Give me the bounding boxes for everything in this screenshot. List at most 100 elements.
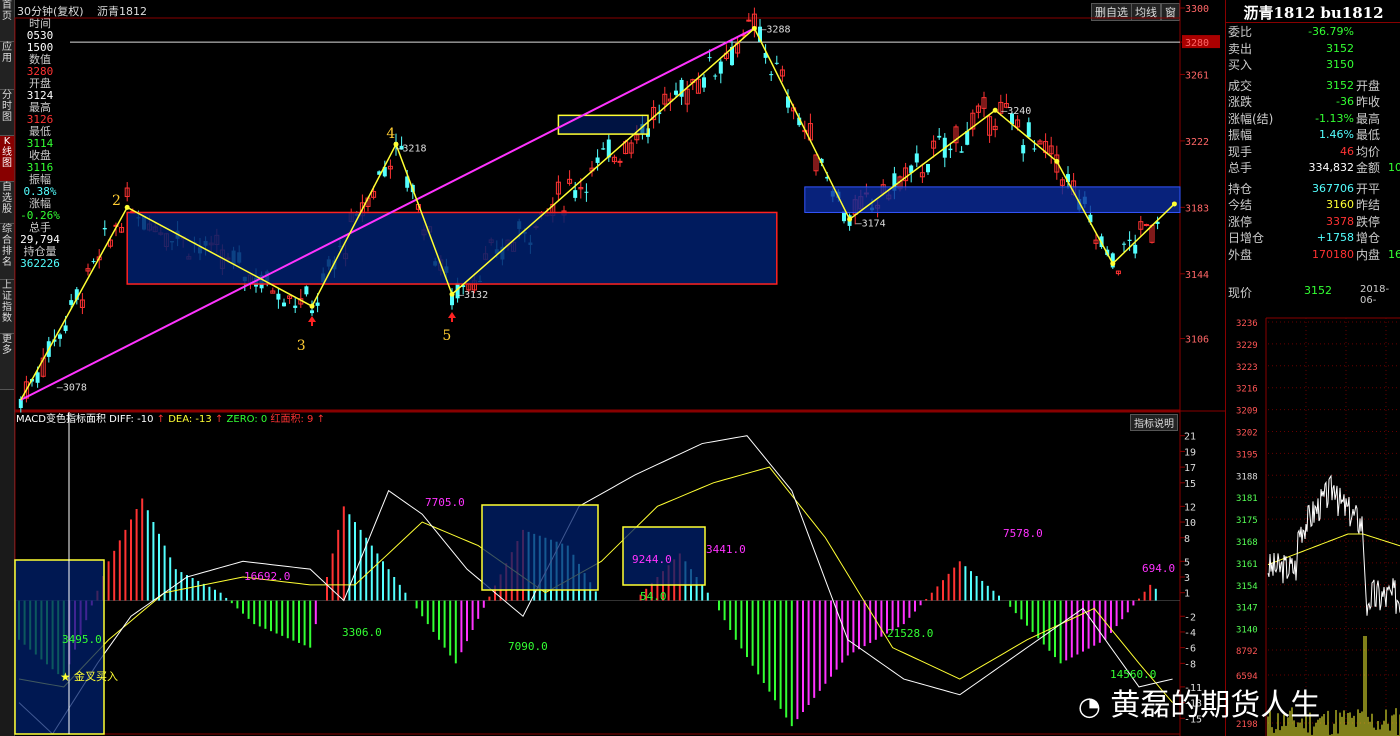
- candle-body: [674, 90, 678, 95]
- consolidation-box: [557, 114, 649, 135]
- wave-node: [992, 107, 998, 113]
- quote-title: 沥青1812 bu1812: [1243, 4, 1384, 22]
- price-tick-label: 3106: [1185, 335, 1209, 346]
- candle-body: [63, 325, 68, 331]
- wave-label: 5: [442, 328, 451, 344]
- candle-body: [746, 19, 752, 22]
- indicator-explain-button[interactable]: 指标说明: [1130, 414, 1178, 431]
- candle-body: [959, 151, 964, 153]
- star-icon: ★: [60, 670, 71, 684]
- candlestick-chart[interactable]: 3300328032613222318331443106—3078—3218—3…: [0, 0, 1225, 736]
- timeline-tick-label: 3161: [1236, 560, 1258, 570]
- price-tick-label: 3183: [1185, 203, 1209, 214]
- macd-tick-label: 8: [1184, 534, 1190, 545]
- wave-node: [751, 25, 757, 31]
- macd-highlight-box: [14, 559, 105, 735]
- buy-arrow-stem: [451, 318, 453, 322]
- quote-panel: 沥青1812 bu1812 委比 -36.79% 卖出 3152 买入 3150 成交 315…: [1225, 0, 1400, 736]
- current-price-value: 3152: [1304, 284, 1332, 297]
- macd-dea: DEA: -13: [168, 414, 212, 425]
- quote-row-value: 3378: [1326, 214, 1354, 228]
- macd-area-label: 54.0: [640, 590, 667, 603]
- candle-body: [293, 305, 298, 308]
- macd-tick-label: -4: [1184, 628, 1196, 639]
- macd-area-label: 3306.0: [342, 626, 382, 639]
- macd-tick-label: -2: [1184, 612, 1196, 623]
- macd-header: MACD变色指标面积 DIFF: -10 ↑ DEA: -13 ↑ ZERO: …: [16, 414, 325, 425]
- quote-row-value: -1.13%: [1315, 111, 1354, 125]
- buy-arrow-icon: [308, 316, 316, 322]
- timeline-tick-label: 3229: [1236, 341, 1258, 351]
- candle-body: [102, 227, 107, 230]
- quote-row-value: 3152: [1326, 78, 1354, 92]
- timeline-tick-label: 3147: [1236, 604, 1258, 614]
- quote-row-label: 持仓: [1228, 181, 1253, 196]
- timeline-tick-label: 3209: [1236, 407, 1258, 417]
- price-tick-label: 3144: [1185, 270, 1209, 281]
- candle-body: [774, 62, 779, 64]
- wave-label: 3: [297, 338, 306, 354]
- macd-tick-label: 17: [1184, 463, 1196, 474]
- wave-node: [847, 216, 853, 222]
- price-tick-label: 3300: [1185, 4, 1209, 15]
- quote-row-label-2: 最高: [1356, 111, 1381, 126]
- quote-row-label: 振幅: [1228, 128, 1253, 142]
- timeline-tick-label: 3195: [1236, 450, 1258, 460]
- timeline-tick-label: 3202: [1236, 429, 1258, 439]
- candle-body: [282, 302, 286, 307]
- quote-row-value: +1758: [1316, 231, 1354, 244]
- quote-row-value: 170180: [1312, 247, 1354, 261]
- quote-row-label: 日增仓: [1228, 231, 1265, 245]
- macd-area-label: 7090.0: [508, 640, 548, 653]
- price-annotation: —3174: [856, 219, 886, 230]
- quote-row-value: 334,832: [1308, 161, 1355, 174]
- quote-row-label: 涨跌: [1228, 95, 1253, 109]
- candle-body: [702, 77, 706, 88]
- candle-body: [937, 135, 942, 138]
- quote-row-label-2: 跌停: [1356, 214, 1381, 229]
- macd-tick-label: 3: [1184, 573, 1190, 584]
- candle-body: [718, 61, 723, 74]
- timeline-chart[interactable]: 3236 3229 3223 3216 3209 3202 3195 3188 3181 3175…: [1226, 300, 1400, 736]
- macd-red-area: 红面积: 9: [270, 414, 314, 425]
- candle-body: [914, 153, 919, 163]
- wave-node: [124, 204, 130, 210]
- timeline-tick-label: 3188: [1236, 472, 1258, 482]
- macd-tick-label: 19: [1184, 447, 1196, 458]
- macd-area-label: 694.0: [1142, 562, 1175, 575]
- candle-body: [91, 261, 96, 263]
- price-annotation: —3218: [396, 144, 426, 155]
- quote-row-value: 3152: [1326, 41, 1354, 55]
- quote-row-value: 367706: [1312, 181, 1354, 195]
- macd-tick-label: 10: [1184, 518, 1196, 529]
- price-tick-label: 3280: [1185, 38, 1209, 49]
- quote-row-label-2: 开平: [1356, 181, 1381, 196]
- quote-row-value: -36: [1336, 95, 1354, 108]
- price-annotation: —3078: [57, 382, 87, 393]
- quote-row-value: -36.79%: [1308, 25, 1354, 38]
- weibo-icon: ◔: [1078, 692, 1101, 722]
- macd-area-label: 3495.0: [62, 633, 102, 646]
- quote-row-value: 3150: [1326, 58, 1354, 71]
- current-price-label: 现价: [1228, 286, 1253, 300]
- candle-body: [315, 302, 320, 306]
- timeline-tick-label: 3216: [1236, 385, 1258, 395]
- candle-body: [707, 57, 712, 59]
- timeline-tick-label: 3140: [1236, 626, 1258, 636]
- wave-node: [309, 303, 315, 309]
- candle-body: [1143, 223, 1149, 226]
- macd-tick-label: 15: [1184, 479, 1196, 490]
- timeline-tick-label: 3168: [1236, 538, 1258, 548]
- candle-body: [276, 293, 281, 300]
- quote-row-label: 成交: [1228, 78, 1253, 93]
- quote-row-value: 1.46%: [1319, 128, 1354, 141]
- price-tick-label: 3261: [1185, 70, 1209, 81]
- quote-row-label: 委比: [1228, 25, 1253, 39]
- quote-row-label-2: 内盘: [1356, 247, 1381, 262]
- wave-node: [1171, 201, 1177, 207]
- candle-body: [573, 190, 578, 198]
- macd-highlight-box: [481, 504, 599, 591]
- price-annotation: —3288: [760, 24, 790, 35]
- quote-row-label-2: 昨收: [1356, 95, 1381, 109]
- candle-body: [69, 300, 74, 305]
